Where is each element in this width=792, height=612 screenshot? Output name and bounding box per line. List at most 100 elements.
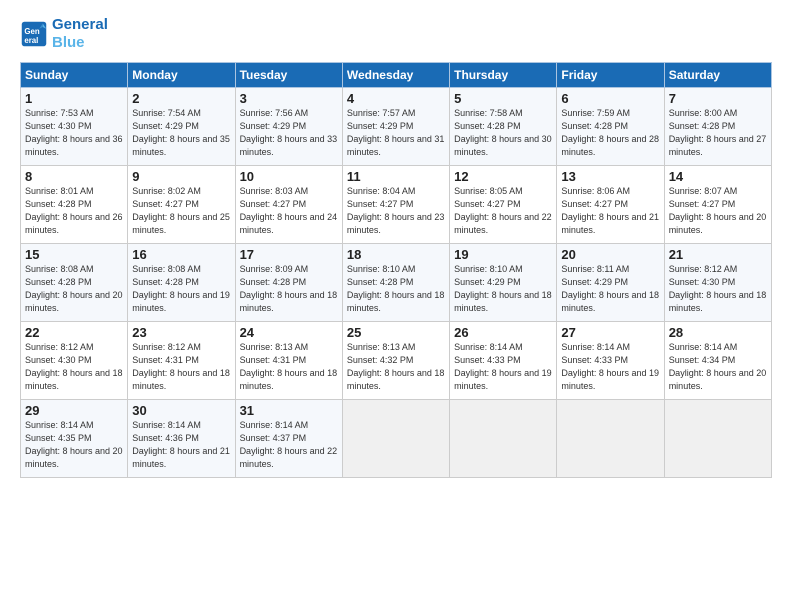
day-info: Sunrise: 8:04 AMSunset: 4:27 PMDaylight:… xyxy=(347,185,445,237)
calendar-cell: 11 Sunrise: 8:04 AMSunset: 4:27 PMDaylig… xyxy=(342,166,449,244)
day-info: Sunrise: 8:03 AMSunset: 4:27 PMDaylight:… xyxy=(240,185,338,237)
day-number: 30 xyxy=(132,403,230,418)
dow-header: Friday xyxy=(557,63,664,88)
calendar-cell xyxy=(664,400,771,478)
calendar-cell: 14 Sunrise: 8:07 AMSunset: 4:27 PMDaylig… xyxy=(664,166,771,244)
calendar-cell: 5 Sunrise: 7:58 AMSunset: 4:28 PMDayligh… xyxy=(450,88,557,166)
calendar-cell: 19 Sunrise: 8:10 AMSunset: 4:29 PMDaylig… xyxy=(450,244,557,322)
day-number: 19 xyxy=(454,247,552,262)
calendar-cell xyxy=(557,400,664,478)
day-number: 29 xyxy=(25,403,123,418)
calendar-cell: 31 Sunrise: 8:14 AMSunset: 4:37 PMDaylig… xyxy=(235,400,342,478)
day-info: Sunrise: 8:12 AMSunset: 4:31 PMDaylight:… xyxy=(132,341,230,393)
day-number: 13 xyxy=(561,169,659,184)
day-info: Sunrise: 8:10 AMSunset: 4:28 PMDaylight:… xyxy=(347,263,445,315)
day-info: Sunrise: 8:14 AMSunset: 4:33 PMDaylight:… xyxy=(561,341,659,393)
day-number: 16 xyxy=(132,247,230,262)
calendar-cell: 15 Sunrise: 8:08 AMSunset: 4:28 PMDaylig… xyxy=(21,244,128,322)
day-info: Sunrise: 7:57 AMSunset: 4:29 PMDaylight:… xyxy=(347,107,445,159)
day-info: Sunrise: 8:11 AMSunset: 4:29 PMDaylight:… xyxy=(561,263,659,315)
day-number: 24 xyxy=(240,325,338,340)
day-number: 26 xyxy=(454,325,552,340)
day-number: 31 xyxy=(240,403,338,418)
day-number: 20 xyxy=(561,247,659,262)
calendar-cell: 1 Sunrise: 7:53 AMSunset: 4:30 PMDayligh… xyxy=(21,88,128,166)
dow-header: Sunday xyxy=(21,63,128,88)
svg-text:Gen: Gen xyxy=(24,27,39,36)
calendar-cell: 10 Sunrise: 8:03 AMSunset: 4:27 PMDaylig… xyxy=(235,166,342,244)
day-info: Sunrise: 8:13 AMSunset: 4:32 PMDaylight:… xyxy=(347,341,445,393)
day-number: 23 xyxy=(132,325,230,340)
day-info: Sunrise: 8:06 AMSunset: 4:27 PMDaylight:… xyxy=(561,185,659,237)
day-number: 7 xyxy=(669,91,767,106)
day-info: Sunrise: 8:01 AMSunset: 4:28 PMDaylight:… xyxy=(25,185,123,237)
calendar-cell: 25 Sunrise: 8:13 AMSunset: 4:32 PMDaylig… xyxy=(342,322,449,400)
day-number: 4 xyxy=(347,91,445,106)
day-number: 5 xyxy=(454,91,552,106)
day-info: Sunrise: 8:12 AMSunset: 4:30 PMDaylight:… xyxy=(25,341,123,393)
day-number: 3 xyxy=(240,91,338,106)
day-info: Sunrise: 7:58 AMSunset: 4:28 PMDaylight:… xyxy=(454,107,552,159)
day-info: Sunrise: 8:07 AMSunset: 4:27 PMDaylight:… xyxy=(669,185,767,237)
day-info: Sunrise: 8:08 AMSunset: 4:28 PMDaylight:… xyxy=(132,263,230,315)
calendar-cell: 18 Sunrise: 8:10 AMSunset: 4:28 PMDaylig… xyxy=(342,244,449,322)
day-info: Sunrise: 8:14 AMSunset: 4:37 PMDaylight:… xyxy=(240,419,338,471)
day-number: 9 xyxy=(132,169,230,184)
dow-header: Thursday xyxy=(450,63,557,88)
calendar-cell: 23 Sunrise: 8:12 AMSunset: 4:31 PMDaylig… xyxy=(128,322,235,400)
calendar-cell: 3 Sunrise: 7:56 AMSunset: 4:29 PMDayligh… xyxy=(235,88,342,166)
day-number: 14 xyxy=(669,169,767,184)
calendar-cell: 12 Sunrise: 8:05 AMSunset: 4:27 PMDaylig… xyxy=(450,166,557,244)
dow-header: Saturday xyxy=(664,63,771,88)
day-info: Sunrise: 8:12 AMSunset: 4:30 PMDaylight:… xyxy=(669,263,767,315)
day-number: 1 xyxy=(25,91,123,106)
day-info: Sunrise: 8:08 AMSunset: 4:28 PMDaylight:… xyxy=(25,263,123,315)
calendar-cell: 28 Sunrise: 8:14 AMSunset: 4:34 PMDaylig… xyxy=(664,322,771,400)
day-number: 8 xyxy=(25,169,123,184)
dow-header: Tuesday xyxy=(235,63,342,88)
day-info: Sunrise: 8:14 AMSunset: 4:33 PMDaylight:… xyxy=(454,341,552,393)
header: Gen eral General Blue xyxy=(20,16,772,52)
day-info: Sunrise: 8:14 AMSunset: 4:34 PMDaylight:… xyxy=(669,341,767,393)
calendar-cell: 20 Sunrise: 8:11 AMSunset: 4:29 PMDaylig… xyxy=(557,244,664,322)
calendar-cell: 24 Sunrise: 8:13 AMSunset: 4:31 PMDaylig… xyxy=(235,322,342,400)
day-info: Sunrise: 8:05 AMSunset: 4:27 PMDaylight:… xyxy=(454,185,552,237)
calendar-cell: 7 Sunrise: 8:00 AMSunset: 4:28 PMDayligh… xyxy=(664,88,771,166)
calendar-cell: 16 Sunrise: 8:08 AMSunset: 4:28 PMDaylig… xyxy=(128,244,235,322)
day-number: 6 xyxy=(561,91,659,106)
calendar-cell: 22 Sunrise: 8:12 AMSunset: 4:30 PMDaylig… xyxy=(21,322,128,400)
day-number: 28 xyxy=(669,325,767,340)
day-number: 15 xyxy=(25,247,123,262)
calendar-cell: 8 Sunrise: 8:01 AMSunset: 4:28 PMDayligh… xyxy=(21,166,128,244)
day-number: 27 xyxy=(561,325,659,340)
calendar-cell: 6 Sunrise: 7:59 AMSunset: 4:28 PMDayligh… xyxy=(557,88,664,166)
day-info: Sunrise: 8:09 AMSunset: 4:28 PMDaylight:… xyxy=(240,263,338,315)
svg-text:eral: eral xyxy=(24,36,38,45)
day-info: Sunrise: 8:14 AMSunset: 4:36 PMDaylight:… xyxy=(132,419,230,471)
dow-header: Monday xyxy=(128,63,235,88)
logo-icon: Gen eral xyxy=(20,20,48,48)
day-info: Sunrise: 8:14 AMSunset: 4:35 PMDaylight:… xyxy=(25,419,123,471)
day-info: Sunrise: 8:10 AMSunset: 4:29 PMDaylight:… xyxy=(454,263,552,315)
day-info: Sunrise: 8:13 AMSunset: 4:31 PMDaylight:… xyxy=(240,341,338,393)
day-number: 21 xyxy=(669,247,767,262)
day-number: 18 xyxy=(347,247,445,262)
calendar-cell: 26 Sunrise: 8:14 AMSunset: 4:33 PMDaylig… xyxy=(450,322,557,400)
day-info: Sunrise: 7:56 AMSunset: 4:29 PMDaylight:… xyxy=(240,107,338,159)
day-number: 25 xyxy=(347,325,445,340)
logo: Gen eral General Blue xyxy=(20,16,108,52)
day-number: 2 xyxy=(132,91,230,106)
day-info: Sunrise: 7:53 AMSunset: 4:30 PMDaylight:… xyxy=(25,107,123,159)
day-info: Sunrise: 8:02 AMSunset: 4:27 PMDaylight:… xyxy=(132,185,230,237)
calendar-cell: 27 Sunrise: 8:14 AMSunset: 4:33 PMDaylig… xyxy=(557,322,664,400)
day-info: Sunrise: 7:54 AMSunset: 4:29 PMDaylight:… xyxy=(132,107,230,159)
dow-header: Wednesday xyxy=(342,63,449,88)
day-number: 17 xyxy=(240,247,338,262)
calendar-cell: 4 Sunrise: 7:57 AMSunset: 4:29 PMDayligh… xyxy=(342,88,449,166)
calendar-cell: 21 Sunrise: 8:12 AMSunset: 4:30 PMDaylig… xyxy=(664,244,771,322)
day-number: 22 xyxy=(25,325,123,340)
day-info: Sunrise: 7:59 AMSunset: 4:28 PMDaylight:… xyxy=(561,107,659,159)
day-info: Sunrise: 8:00 AMSunset: 4:28 PMDaylight:… xyxy=(669,107,767,159)
calendar-cell: 29 Sunrise: 8:14 AMSunset: 4:35 PMDaylig… xyxy=(21,400,128,478)
calendar-cell: 2 Sunrise: 7:54 AMSunset: 4:29 PMDayligh… xyxy=(128,88,235,166)
